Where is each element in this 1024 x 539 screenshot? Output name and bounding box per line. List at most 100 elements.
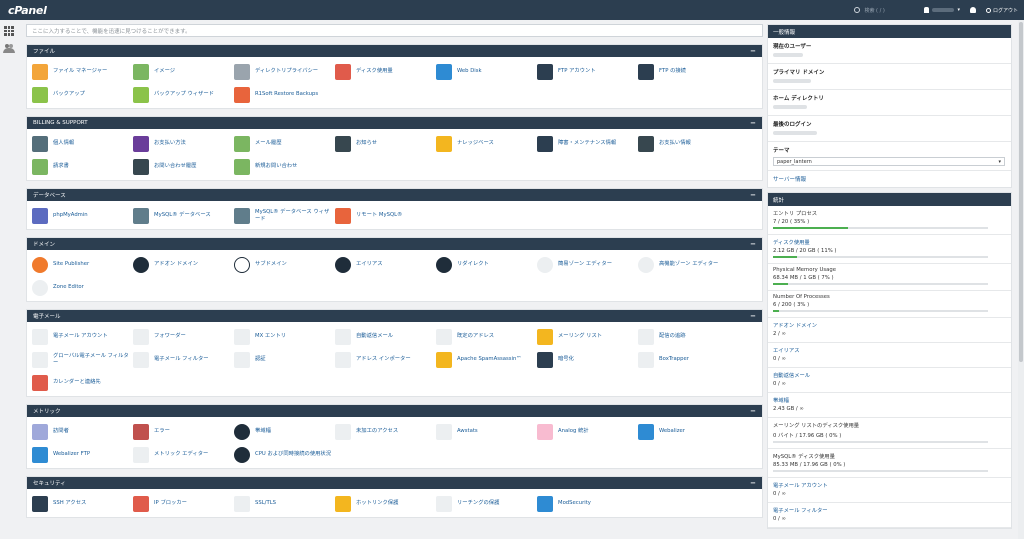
feature-link[interactable]: リダイレクト [436,253,537,276]
apps-grid-icon[interactable] [4,26,14,36]
feature-link[interactable]: Web Disk [436,60,537,83]
feature-link[interactable]: アドレス インポーター [335,348,436,371]
feature-link[interactable]: ディスク使用量 [335,60,436,83]
feature-link[interactable]: 未加工のアクセス [335,420,436,443]
section-header[interactable]: ドメイン − [27,238,762,250]
feature-link[interactable]: BoxTrapper [638,348,739,371]
stat-name[interactable]: 電子メール フィルター [773,506,1006,514]
feature-link[interactable]: お支払い情報 [638,132,739,155]
feature-label: グローバル電子メール フィルター [53,352,129,366]
feature-link[interactable]: 認証 [234,348,335,371]
stat-name[interactable]: ディスク使用量 [773,238,1006,246]
feature-link[interactable]: バックアップ ウィザード [133,83,234,106]
feature-link[interactable]: 暗号化 [537,348,638,371]
collapse-icon[interactable]: − [750,119,756,127]
feature-link[interactable]: お知らせ [335,132,436,155]
feature-link[interactable]: Zone Editor [32,276,133,299]
feature-link[interactable]: リモート MySQL® [335,204,436,227]
feature-link[interactable]: 高機能ゾーン エディター [638,253,739,276]
collapse-icon[interactable]: − [750,407,756,415]
theme-select[interactable]: paper_lantern ▾ [773,157,1005,166]
feature-link[interactable]: CPU および同時接続の使用状況 [234,443,335,466]
feature-search-input[interactable]: ここに入力することで、機能を迅速に見つけることができます。 [26,24,763,37]
section-header[interactable]: ファイル − [27,45,762,57]
feature-link[interactable]: MX エントリ [234,325,335,348]
top-search-input[interactable]: 検索 ( / ) [854,7,914,14]
collapse-icon[interactable]: − [750,312,756,320]
feature-link[interactable]: 個人情報 [32,132,133,155]
feature-link[interactable]: 既定のアドレス [436,325,537,348]
feature-link[interactable]: FTP の接続 [638,60,739,83]
section-header[interactable]: データベース − [27,189,762,201]
section-header[interactable]: メトリック − [27,405,762,417]
section-header[interactable]: BILLING & SUPPORT − [27,117,762,129]
feature-link[interactable]: SSL/TLS [234,492,335,515]
feature-link[interactable]: 訪問者 [32,420,133,443]
feature-link[interactable]: カレンダーと連絡先 [32,371,133,394]
ssh-access-icon [32,495,48,512]
cpanel-logo[interactable]: cPanel [8,4,47,17]
feature-link[interactable]: MySQL® データベース ウィザード [234,204,335,227]
feature-link[interactable]: ディレクトリプライバシー [234,60,335,83]
feature-link[interactable]: フォワーダー [133,325,234,348]
feature-link[interactable]: ナレッジベース [436,132,537,155]
feature-link[interactable]: ホットリンク保護 [335,492,436,515]
stat-name[interactable]: 帯域幅 [773,396,1006,404]
feature-link[interactable]: 簡易ゾーン エディター [537,253,638,276]
feature-link[interactable]: ModSecurity [537,492,638,515]
feature-link[interactable]: R1Soft Restore Backups [234,83,335,106]
feature-link[interactable]: Awstats [436,420,537,443]
feature-link[interactable]: エイリアス [335,253,436,276]
feature-link[interactable]: 障害・メンテナンス情報 [537,132,638,155]
feature-link[interactable]: リーチングの保護 [436,492,537,515]
stat-name[interactable]: 電子メール アカウント [773,481,1006,489]
feature-link[interactable]: 配信の追跡 [638,325,739,348]
feature-link[interactable]: ファイル マネージャー [32,60,133,83]
user-menu[interactable]: ▾ [924,7,960,13]
feature-link[interactable]: イメージ [133,60,234,83]
feature-link[interactable]: バックアップ [32,83,133,106]
server-info-link[interactable]: サーバー情報 [768,171,1011,187]
feature-link[interactable]: サブドメイン [234,253,335,276]
feature-link[interactable]: Webalizer [638,420,739,443]
feature-link[interactable]: FTP アカウント [537,60,638,83]
feature-link[interactable]: グローバル電子メール フィルター [32,348,133,371]
mx-entry-icon [234,328,250,345]
feature-link[interactable]: 帯域幅 [234,420,335,443]
collapse-icon[interactable]: − [750,240,756,248]
feature-link[interactable]: お問い合わせ履歴 [133,155,234,178]
feature-link[interactable]: IP ブロッカー [133,492,234,515]
logout-button[interactable]: ログアウト [985,7,1018,14]
feature-link[interactable]: アドオン ドメイン [133,253,234,276]
feature-link[interactable]: メーリング リスト [537,325,638,348]
feature-link[interactable]: 電子メール アカウント [32,325,133,348]
collapse-icon[interactable]: − [750,191,756,199]
feature-link[interactable]: 自動返信メール [335,325,436,348]
feature-link[interactable]: MySQL® データベース [133,204,234,227]
feature-link[interactable]: Analog 統計 [537,420,638,443]
feature-link[interactable]: Webalizer FTP [32,443,133,466]
section-header[interactable]: 電子メール − [27,310,762,322]
feature-link[interactable]: お支払い方法 [133,132,234,155]
feature-link[interactable]: メトリック エディター [133,443,234,466]
stat-name[interactable]: アドオン ドメイン [773,321,1006,329]
collapse-icon[interactable]: − [750,47,756,55]
feature-link[interactable]: 電子メール フィルター [133,348,234,371]
feature-link[interactable]: 請求書 [32,155,133,178]
collapse-icon[interactable]: − [750,479,756,487]
feature-label: ModSecurity [558,500,591,506]
user-manager-icon[interactable] [3,44,15,53]
page-scrollbar[interactable] [1018,20,1024,539]
feature-link[interactable]: phpMyAdmin [32,204,133,227]
section-header[interactable]: セキュリティ − [27,477,762,489]
stat-name[interactable]: エイリアス [773,346,1006,354]
feature-link[interactable]: Apache SpamAssassin™ [436,348,537,371]
stat-name[interactable]: 自動返信メール [773,371,1006,379]
feature-link[interactable]: メール履歴 [234,132,335,155]
notifications-bell-icon[interactable] [969,7,976,13]
feature-link[interactable]: エラー [133,420,234,443]
feature-link[interactable]: 新規お問い合わせ [234,155,335,178]
feature-link[interactable]: Site Publisher [32,253,133,276]
scrollbar-thumb[interactable] [1019,22,1023,362]
feature-link[interactable]: SSH アクセス [32,492,133,515]
